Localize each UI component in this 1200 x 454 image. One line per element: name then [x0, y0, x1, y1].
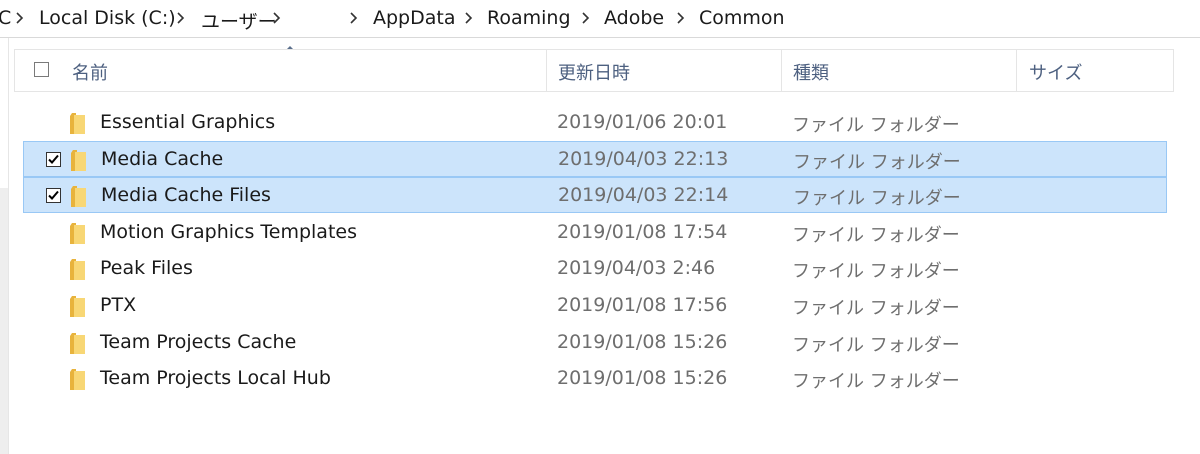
- file-name[interactable]: Team Projects Cache: [100, 331, 296, 353]
- folder-icon: [70, 369, 85, 390]
- file-date: 2019/01/06 20:01: [557, 111, 728, 133]
- list-item[interactable]: Media Cache Files 2019/04/03 22:14 ファイル …: [23, 177, 1167, 213]
- file-date: 2019/01/08 17:56: [557, 294, 728, 316]
- navigation-pane-scroll-region: [0, 188, 8, 454]
- column-header-type[interactable]: 種類: [782, 50, 1017, 91]
- row-checkbox[interactable]: [46, 188, 61, 203]
- file-type: ファイル フォルダー: [792, 371, 960, 392]
- file-date: 2019/01/08 15:26: [557, 331, 728, 353]
- folder-icon: [71, 186, 86, 207]
- breadcrumb-item-local-disk[interactable]: Local Disk (C:): [39, 7, 176, 29]
- file-type: ファイル フォルダー: [792, 298, 960, 319]
- breadcrumb-item-appdata[interactable]: AppData: [373, 7, 456, 29]
- breadcrumb-item-common[interactable]: Common: [699, 7, 785, 29]
- file-type: ファイル フォルダー: [792, 335, 960, 356]
- column-header-size-label: サイズ: [1029, 63, 1083, 84]
- column-header-size[interactable]: サイズ: [1017, 50, 1173, 91]
- folder-icon: [70, 333, 85, 354]
- column-header-type-label: 種類: [793, 63, 829, 84]
- chevron-right-icon[interactable]: [348, 8, 360, 28]
- list-item[interactable]: Team Projects Local Hub 2019/01/08 15:26…: [23, 361, 1167, 397]
- folder-icon: [71, 150, 86, 171]
- file-name[interactable]: Media Cache: [101, 148, 223, 170]
- folder-icon: [70, 259, 85, 280]
- list-item[interactable]: Team Projects Cache 2019/01/08 15:26 ファイ…: [23, 325, 1167, 361]
- select-all-checkbox[interactable]: [34, 62, 49, 77]
- file-name[interactable]: Essential Graphics: [100, 111, 275, 133]
- chevron-right-icon[interactable]: [675, 8, 687, 28]
- chevron-right-icon[interactable]: [14, 8, 26, 28]
- navigation-pane-edge[interactable]: [0, 38, 9, 454]
- file-type: ファイル フォルダー: [792, 115, 960, 136]
- list-item[interactable]: PTX 2019/01/08 17:56 ファイル フォルダー: [23, 288, 1167, 324]
- column-header-date-label: 更新日時: [558, 63, 630, 84]
- list-item[interactable]: Peak Files 2019/04/03 2:46 ファイル フォルダー: [23, 251, 1167, 287]
- chevron-right-icon[interactable]: [580, 8, 592, 28]
- file-type: ファイル フォルダー: [792, 261, 960, 282]
- list-item[interactable]: Media Cache 2019/04/03 22:13 ファイル フォルダー: [23, 141, 1167, 177]
- breadcrumb-item-roaming[interactable]: Roaming: [487, 7, 571, 29]
- file-name[interactable]: Media Cache Files: [101, 184, 271, 206]
- folder-icon: [70, 223, 85, 244]
- breadcrumb-item-users[interactable]: ユーザー: [201, 7, 277, 34]
- list-item[interactable]: Motion Graphics Templates 2019/01/08 17:…: [23, 215, 1167, 251]
- list-item[interactable]: Essential Graphics 2019/01/06 20:01 ファイル…: [23, 105, 1167, 141]
- column-header: 名前 更新日時 種類 サイズ: [14, 49, 1174, 92]
- column-header-name-label: 名前: [72, 63, 108, 84]
- folder-icon: [70, 113, 85, 134]
- file-explorer: C Local Disk (C:) ユーザー AppData Roaming A…: [0, 0, 1200, 454]
- row-checkbox[interactable]: [46, 152, 61, 167]
- breadcrumb-item-drive-c[interactable]: C: [0, 7, 11, 29]
- file-date: 2019/04/03 2:46: [557, 257, 716, 279]
- breadcrumb: C Local Disk (C:) ユーザー AppData Roaming A…: [0, 0, 1200, 38]
- chevron-right-icon[interactable]: [463, 8, 475, 28]
- folder-icon: [70, 296, 85, 317]
- file-name[interactable]: Motion Graphics Templates: [100, 221, 357, 243]
- file-date: 2019/04/03 22:13: [558, 148, 729, 170]
- chevron-right-icon[interactable]: [271, 8, 283, 28]
- column-header-name[interactable]: 名前: [15, 50, 547, 91]
- file-name[interactable]: Peak Files: [100, 257, 193, 279]
- column-header-date[interactable]: 更新日時: [547, 50, 782, 91]
- file-name[interactable]: PTX: [100, 294, 136, 316]
- file-date: 2019/04/03 22:14: [558, 184, 729, 206]
- file-type: ファイル フォルダー: [793, 188, 961, 209]
- file-type: ファイル フォルダー: [792, 225, 960, 246]
- file-date: 2019/01/08 17:54: [557, 221, 728, 243]
- file-date: 2019/01/08 15:26: [557, 367, 728, 389]
- breadcrumb-item-adobe[interactable]: Adobe: [604, 7, 664, 29]
- chevron-right-icon[interactable]: [175, 8, 187, 28]
- file-type: ファイル フォルダー: [793, 152, 961, 173]
- file-name[interactable]: Team Projects Local Hub: [100, 367, 331, 389]
